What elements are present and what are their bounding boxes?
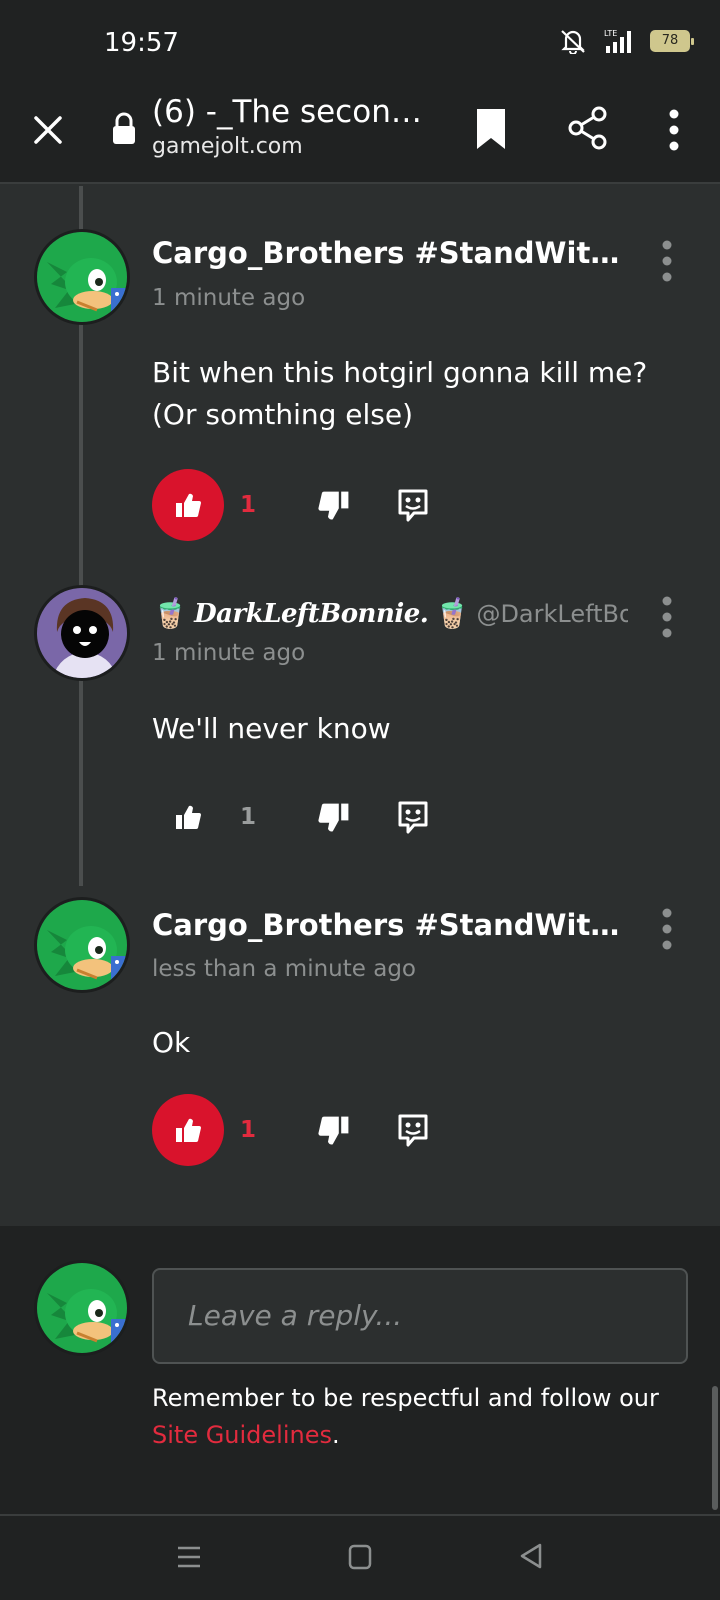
reply-icon[interactable] (396, 1112, 430, 1148)
back-icon[interactable] (518, 1542, 544, 1570)
like-count: 1 (240, 492, 257, 518)
thumbs-down-icon[interactable] (316, 800, 352, 836)
status-icons: LTE 78 (558, 28, 694, 54)
comment-time[interactable]: 1 minute ago (152, 285, 305, 311)
site-guidelines-link[interactable]: Site Guidelines (152, 1421, 332, 1449)
hedgehog-avatar-icon (37, 900, 127, 990)
comment-author[interactable]: Cargo_Brothers #StandWithUkr... (152, 236, 628, 270)
avatar[interactable] (34, 229, 130, 325)
boba-emoji: 🧋 (434, 596, 471, 630)
comment-time[interactable]: less than a minute ago (152, 956, 416, 982)
boba-emoji: 🧋 (152, 596, 189, 630)
reply-input[interactable]: Leave a reply... (152, 1268, 688, 1364)
thumbs-up-icon (176, 805, 201, 830)
comment-body: We'll never know (152, 712, 391, 745)
reply-icon[interactable] (396, 799, 430, 835)
lock-icon[interactable] (110, 112, 138, 146)
scrollbar-thumb[interactable] (712, 1386, 718, 1510)
guidelines-note-end: . (332, 1421, 340, 1449)
status-time: 19:57 (104, 28, 179, 58)
comment-author[interactable]: 🧋 DarkLeftBonnie. 🧋 @DarkLeftBo... (152, 596, 628, 631)
hedgehog-avatar-icon (37, 1263, 127, 1353)
comment-time[interactable]: 1 minute ago (152, 640, 305, 666)
comment-body: Ok (152, 1026, 191, 1059)
bell-off-icon (561, 30, 585, 54)
like-button[interactable] (152, 1094, 224, 1166)
browser-toolbar: (6) -_The second ... gamejolt.com (0, 88, 720, 184)
like-count: 1 (240, 1117, 257, 1143)
like-button[interactable] (152, 469, 224, 541)
reply-icon[interactable] (396, 487, 430, 523)
avatar[interactable] (34, 897, 130, 993)
svg-text:LTE: LTE (604, 29, 617, 38)
author-handle: @DarkLeftBo... (476, 599, 628, 628)
comment-body: Bit when this hotgirl gonna kill me? (Or… (152, 356, 648, 431)
page-title[interactable]: (6) -_The second ... (152, 94, 422, 130)
bookmark-icon[interactable] (474, 106, 508, 152)
home-icon[interactable] (348, 1544, 372, 1570)
comment-author[interactable]: Cargo_Brothers #StandWithUkr... (152, 908, 628, 942)
author-display-name: DarkLeftBonnie. (194, 598, 429, 629)
lte-signal-icon: LTE (604, 29, 631, 53)
thumbs-up-icon (176, 493, 201, 518)
system-nav-bar (0, 1514, 720, 1600)
reply-area: Leave a reply... Remember to be respectf… (0, 1226, 720, 1514)
page-url[interactable]: gamejolt.com (152, 134, 303, 159)
recent-apps-icon[interactable] (176, 1544, 202, 1570)
more-vert-icon[interactable] (658, 238, 676, 284)
like-count: 1 (240, 804, 257, 830)
more-vert-icon[interactable] (658, 594, 676, 640)
guidelines-note: Remember to be respectful and follow our… (152, 1380, 672, 1454)
share-icon[interactable] (566, 104, 610, 152)
hedgehog-avatar-icon (37, 232, 127, 322)
thumbs-down-icon[interactable] (316, 488, 352, 524)
status-bar: 19:57 LTE 78 (0, 0, 720, 88)
guidelines-note-text: Remember to be respectful and follow our (152, 1384, 659, 1412)
like-button[interactable] (152, 781, 224, 853)
close-icon[interactable] (28, 110, 68, 150)
avatar (34, 1260, 130, 1356)
avatar[interactable] (34, 585, 130, 681)
more-vert-icon[interactable] (658, 906, 676, 952)
battery-icon: 78 (650, 30, 694, 52)
more-vert-icon[interactable] (664, 106, 684, 154)
thumbs-down-icon[interactable] (316, 1113, 352, 1149)
character-avatar-icon (37, 588, 127, 678)
thumbs-up-icon (176, 1118, 201, 1143)
